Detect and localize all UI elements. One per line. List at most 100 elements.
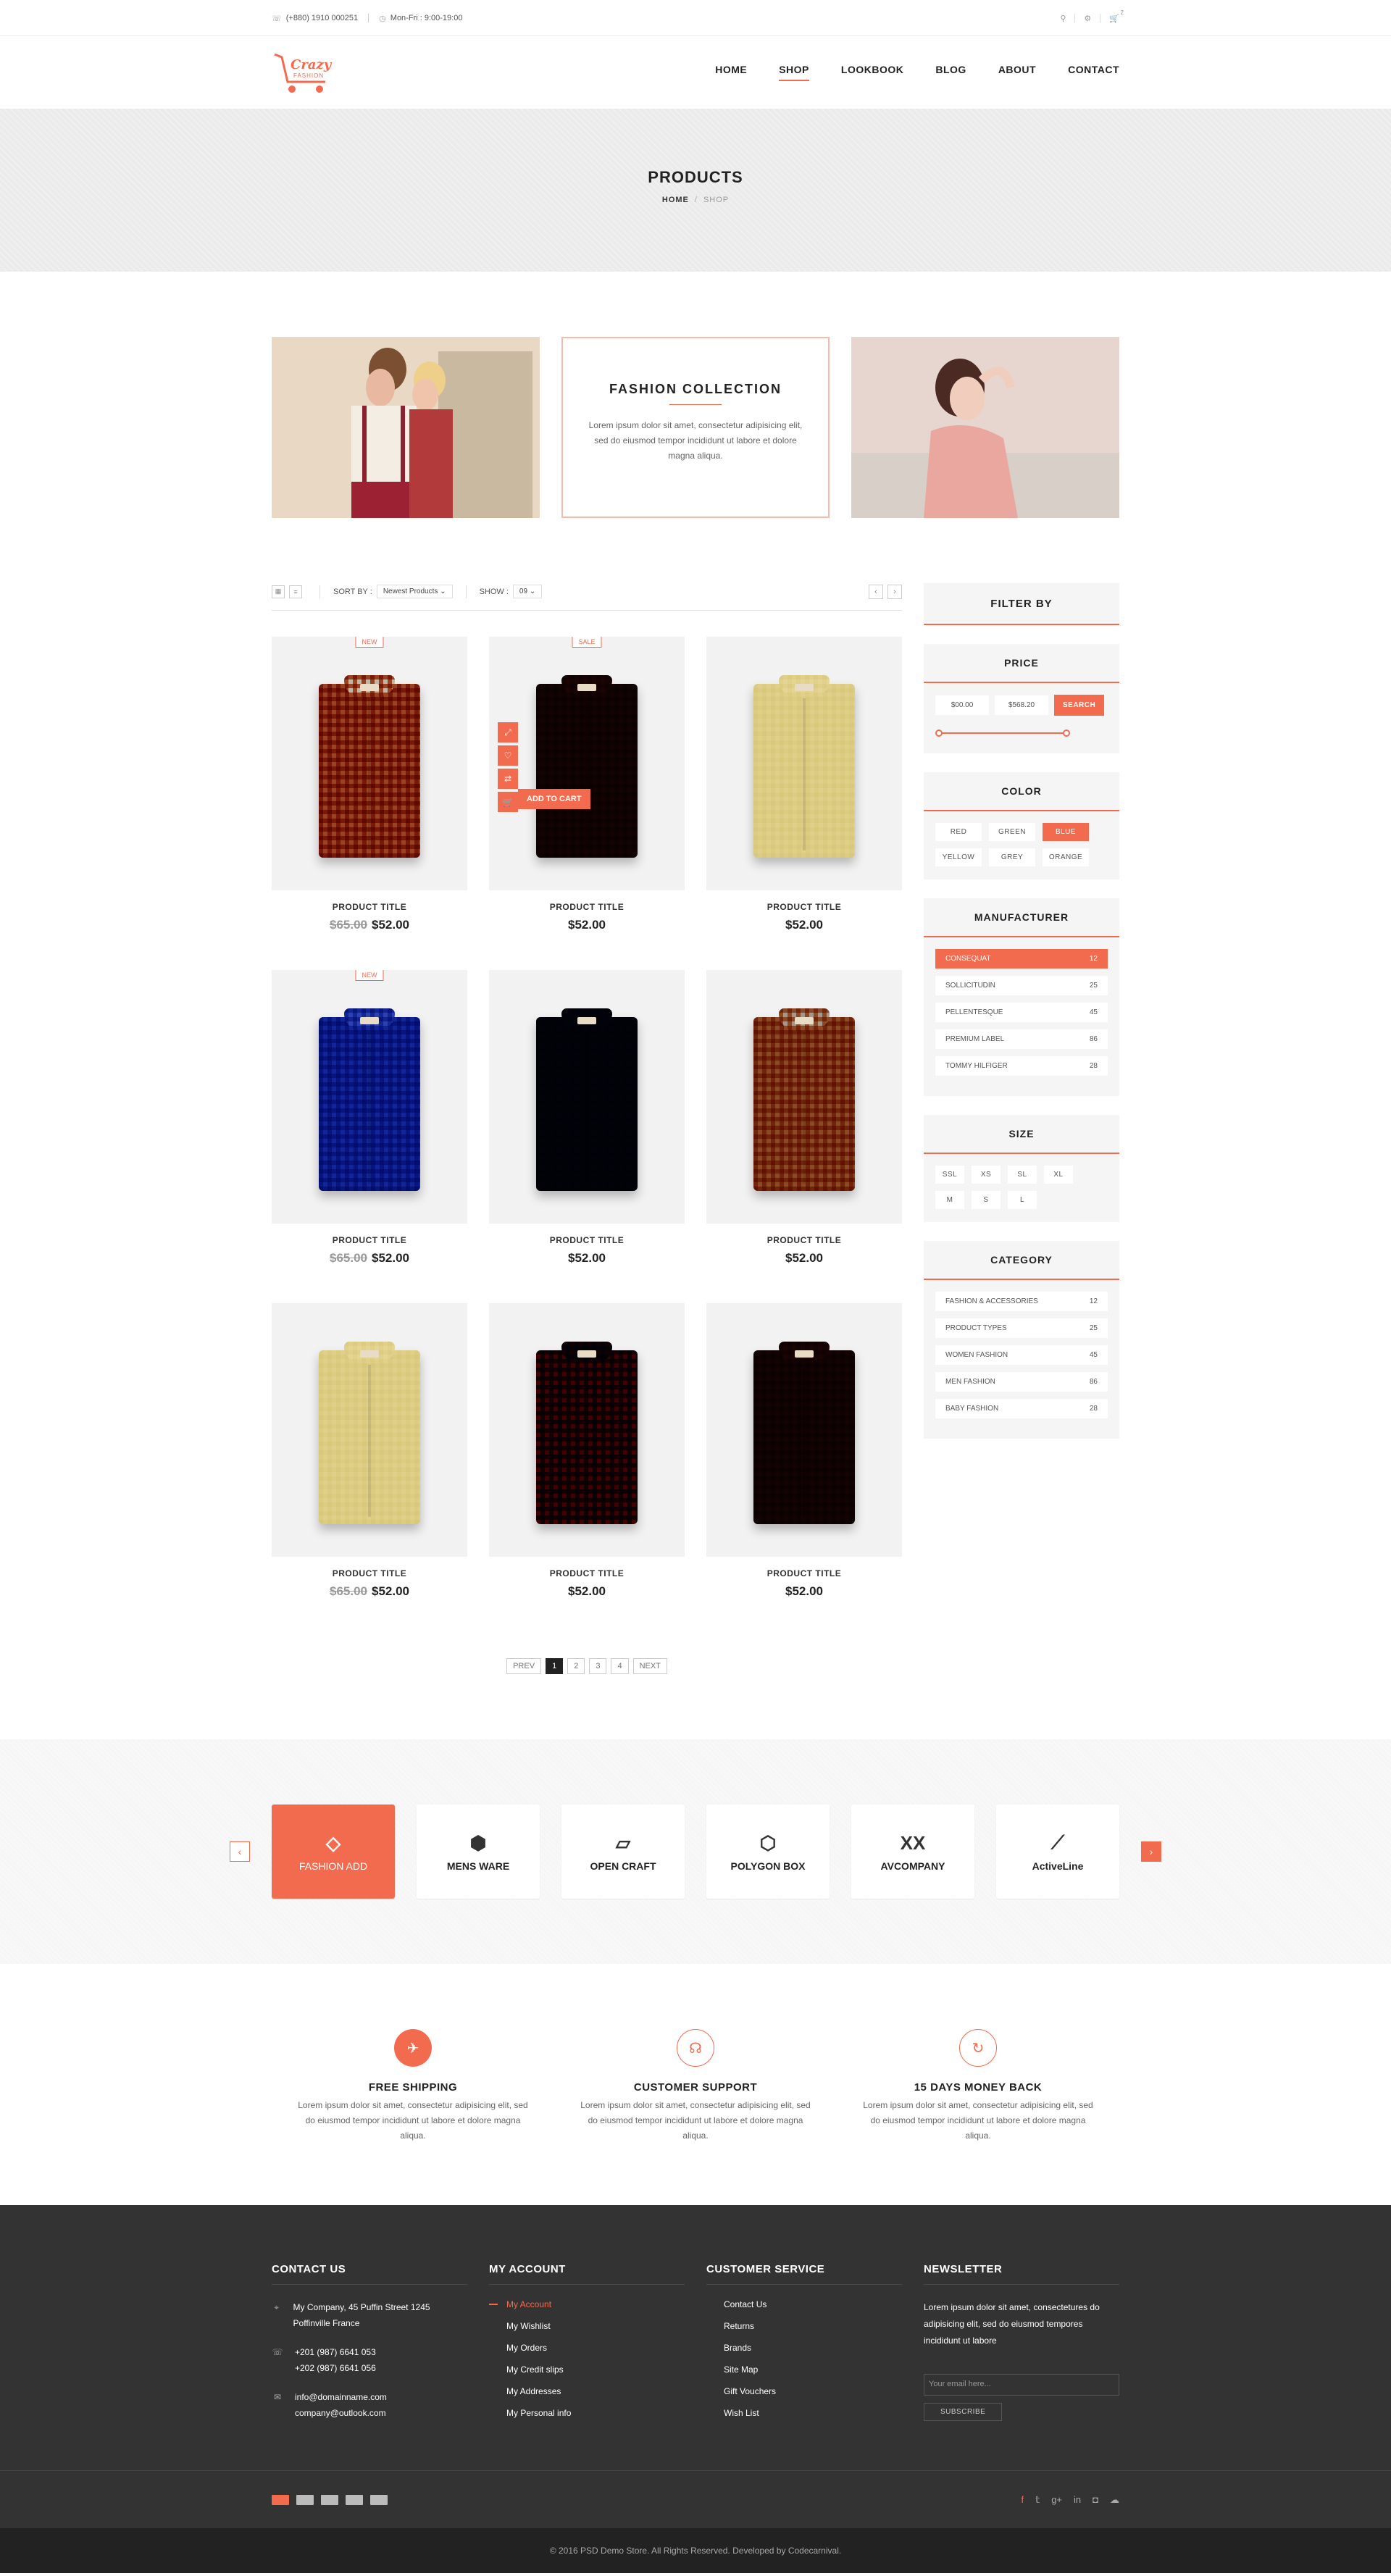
color-option[interactable]: ORANGE (1043, 848, 1089, 866)
brand-logo[interactable]: XX AVCOMPANY (851, 1805, 974, 1899)
wishlist-heart-icon[interactable]: ♡ (498, 745, 518, 766)
footer-account-link[interactable]: My Credit slips (489, 2364, 685, 2375)
footer-account-link[interactable]: My Personal info (489, 2408, 685, 2418)
color-option[interactable]: GREY (989, 848, 1035, 866)
slider-handle-min[interactable] (935, 729, 943, 737)
category-item[interactable]: BABY FASHION 28 (935, 1399, 1108, 1418)
promo-image-woman[interactable] (851, 337, 1119, 518)
color-option[interactable]: RED (935, 823, 982, 841)
newsletter-email-input[interactable]: Your email here... (924, 2374, 1119, 2396)
size-option[interactable]: XS (972, 1166, 1001, 1184)
search-icon[interactable]: ⚲ (1060, 14, 1066, 23)
add-to-cart-button[interactable]: ADD TO CART (518, 789, 590, 809)
pager-next[interactable]: NEXT (632, 1658, 667, 1674)
nav-contact[interactable]: CONTACT (1068, 64, 1119, 81)
linkedin-icon[interactable]: in (1074, 2494, 1081, 2506)
product-image[interactable] (706, 637, 902, 890)
size-option[interactable]: SL (1008, 1166, 1037, 1184)
price-min-input[interactable]: $00.00 (935, 695, 989, 715)
product-image[interactable] (272, 1303, 467, 1557)
soundcloud-icon[interactable]: ☁ (1110, 2494, 1119, 2506)
brand-logo[interactable]: ▱ OPEN CRAFT (561, 1805, 685, 1899)
product-image[interactable] (706, 970, 902, 1224)
product-card[interactable]: PRODUCT TITLE $65.00 $52.00 (272, 1303, 467, 1615)
product-image[interactable]: SALE ⤢ ♡ ⇄ 🛒 ADD TO CART (489, 637, 685, 890)
facebook-icon[interactable]: f (1022, 2494, 1024, 2506)
pager-page[interactable]: 3 (589, 1658, 607, 1674)
size-option[interactable]: L (1008, 1191, 1037, 1209)
sort-select[interactable]: Newest Products ⌄ (376, 585, 453, 598)
nav-blog[interactable]: BLOG (935, 64, 966, 81)
product-title[interactable]: PRODUCT TITLE (489, 1235, 685, 1245)
manufacturer-item[interactable]: PREMIUM LABEL 86 (935, 1029, 1108, 1049)
product-title[interactable]: PRODUCT TITLE (272, 902, 467, 912)
grid-view-icon[interactable]: ▦ (272, 585, 285, 598)
size-option[interactable]: SSL (935, 1166, 964, 1184)
breadcrumb-home[interactable]: HOME (662, 196, 689, 204)
category-item[interactable]: PRODUCT TYPES 25 (935, 1318, 1108, 1338)
slider-handle-max[interactable] (1063, 729, 1070, 737)
nav-shop[interactable]: SHOP (779, 64, 809, 81)
product-title[interactable]: PRODUCT TITLE (489, 1568, 685, 1578)
product-image[interactable] (489, 970, 685, 1224)
product-card[interactable]: PRODUCT TITLE $52.00 (706, 970, 902, 1281)
pager-prev[interactable]: PREV (506, 1658, 542, 1674)
pager-page[interactable]: 1 (546, 1658, 564, 1674)
footer-service-link[interactable]: Brands (706, 2343, 902, 2353)
category-item[interactable]: FASHION & ACCESSORIES 12 (935, 1292, 1108, 1311)
product-image[interactable]: NEW (272, 970, 467, 1224)
next-arrow-icon[interactable]: › (887, 584, 902, 599)
manufacturer-item[interactable]: CONSEQUAT 12 (935, 949, 1108, 969)
price-max-input[interactable]: $568.20 (995, 695, 1048, 715)
product-image[interactable]: NEW (272, 637, 467, 890)
nav-home[interactable]: HOME (715, 64, 747, 81)
footer-account-link[interactable]: My Account (489, 2299, 685, 2309)
footer-service-link[interactable]: Wish List (706, 2408, 902, 2418)
footer-service-link[interactable]: Contact Us (706, 2299, 902, 2309)
show-select[interactable]: 09 ⌄ (512, 585, 543, 598)
manufacturer-item[interactable]: PELLENTESQUE 45 (935, 1003, 1108, 1022)
product-card[interactable]: PRODUCT TITLE $52.00 (706, 637, 902, 948)
nav-lookbook[interactable]: LOOKBOOK (841, 64, 903, 81)
color-option[interactable]: YELLOW (935, 848, 982, 866)
footer-service-link[interactable]: Gift Vouchers (706, 2386, 902, 2396)
brand-logo[interactable]: ⟋ ActiveLine (996, 1805, 1119, 1899)
size-option[interactable]: M (935, 1191, 964, 1209)
product-title[interactable]: PRODUCT TITLE (706, 902, 902, 912)
size-option[interactable]: XL (1044, 1166, 1073, 1184)
nav-about[interactable]: ABOUT (998, 64, 1036, 81)
cart-icon[interactable]: 🛒 2 (1109, 9, 1124, 23)
brand-logo[interactable]: ⬢ MENS WARE (417, 1805, 540, 1899)
footer-service-link[interactable]: Site Map (706, 2364, 902, 2375)
footer-email[interactable]: company@outlook.com (295, 2408, 386, 2418)
product-title[interactable]: PRODUCT TITLE (706, 1568, 902, 1578)
list-view-icon[interactable]: ≡ (289, 585, 302, 598)
price-search-button[interactable]: SEARCH (1054, 695, 1105, 716)
cart-icon[interactable]: 🛒 (498, 792, 518, 812)
product-title[interactable]: PRODUCT TITLE (706, 1235, 902, 1245)
product-card[interactable]: PRODUCT TITLE $52.00 (489, 1303, 685, 1615)
brand-logo[interactable]: ◇ FASHION ADD (272, 1805, 395, 1899)
price-slider[interactable] (935, 726, 1108, 740)
manufacturer-item[interactable]: SOLLICITUDIN 25 (935, 976, 1108, 995)
twitter-icon[interactable]: 𝕥 (1035, 2494, 1040, 2506)
pager-page[interactable]: 4 (611, 1658, 629, 1674)
settings-icon[interactable]: ⚙ (1084, 14, 1091, 23)
product-image[interactable] (706, 1303, 902, 1557)
prev-arrow-icon[interactable]: ‹ (869, 584, 883, 599)
google-plus-icon[interactable]: g+ (1051, 2494, 1062, 2506)
pager-page[interactable]: 2 (567, 1658, 585, 1674)
product-card[interactable]: NEW PRODUCT TITLE $65.00 $52.00 (272, 970, 467, 1281)
quick-view-icon[interactable]: ⤢ (498, 722, 518, 743)
brand-logo[interactable]: ⬡ POLYGON BOX (706, 1805, 830, 1899)
footer-account-link[interactable]: My Addresses (489, 2386, 685, 2396)
subscribe-button[interactable]: SUBSCRIBE (924, 2403, 1003, 2421)
category-item[interactable]: MEN FASHION 86 (935, 1372, 1108, 1392)
brands-next-icon[interactable]: › (1141, 1841, 1161, 1862)
promo-image-couple[interactable] (272, 337, 540, 518)
product-title[interactable]: PRODUCT TITLE (272, 1235, 467, 1245)
product-title[interactable]: PRODUCT TITLE (272, 1568, 467, 1578)
product-title[interactable]: PRODUCT TITLE (489, 902, 685, 912)
compare-icon[interactable]: ⇄ (498, 769, 518, 789)
footer-account-link[interactable]: My Wishlist (489, 2321, 685, 2331)
